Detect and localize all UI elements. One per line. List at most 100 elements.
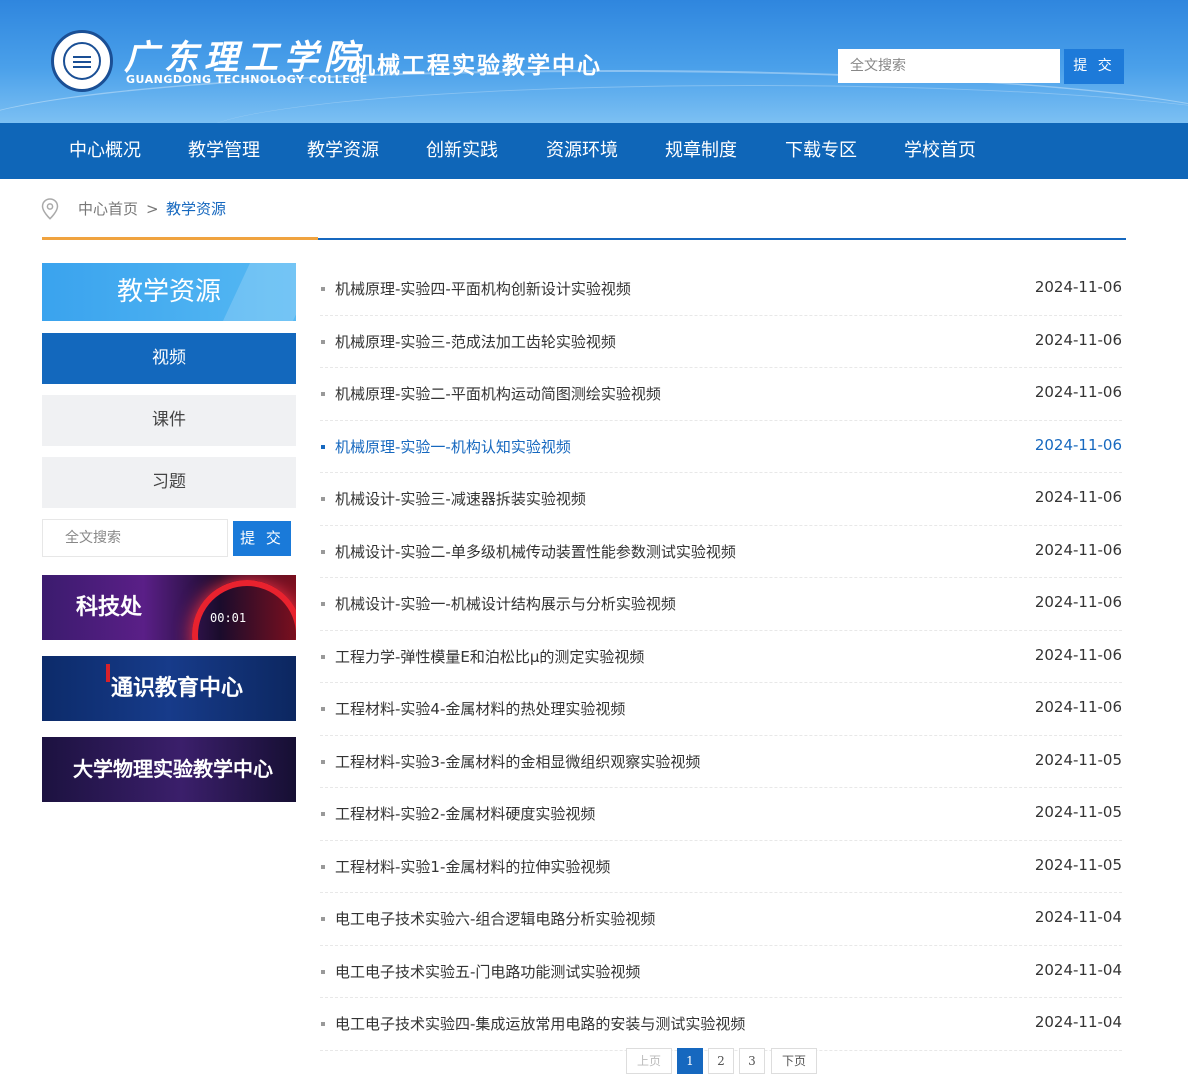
site-header: 广东理工学院 GUANGDONG TECHNOLOGY COLLEGE 机械工程… — [0, 0, 1188, 123]
list-item-date: 2024-11-06 — [1034, 435, 1122, 454]
dial-graphic — [192, 580, 296, 640]
nav-item[interactable]: 规章制度 — [665, 123, 737, 179]
center-name: 机械工程实验教学中心 — [352, 53, 602, 79]
list-item-date: 2024-11-06 — [1034, 645, 1122, 664]
list-bullet-icon — [321, 917, 325, 921]
list-item[interactable]: 机械设计-实验三-减速器拆装实验视频 2024-11-06 — [320, 473, 1122, 526]
breadcrumb-home[interactable]: 中心首页 — [78, 199, 138, 219]
list-item-title[interactable]: 电工电子技术实验六-组合逻辑电路分析实验视频 — [335, 908, 655, 929]
list-item[interactable]: 机械原理-实验一-机构认知实验视频 2024-11-06 — [320, 421, 1122, 473]
sidebar-search-input[interactable]: 全文搜索 — [42, 519, 228, 557]
nav-item[interactable]: 教学资源 — [307, 123, 379, 179]
list-item-date: 2024-11-04 — [1034, 908, 1122, 926]
nav-item[interactable]: 学校首页 — [904, 123, 976, 179]
school-name-en: GUANGDONG TECHNOLOGY COLLEGE — [126, 73, 368, 86]
list-item[interactable]: 机械设计-实验一-机械设计结构展示与分析实验视频 2024-11-06 — [320, 578, 1122, 631]
sidebar-search-button[interactable]: 提 交 — [233, 521, 291, 556]
banner-label: 通识教育中心 — [111, 675, 244, 701]
banner-red-mark — [106, 664, 110, 682]
header-search-button[interactable]: 提 交 — [1064, 49, 1124, 84]
sidebar-item-courseware[interactable]: 课件 — [42, 395, 296, 446]
list-item-title[interactable]: 机械原理-实验四-平面机构创新设计实验视频 — [335, 278, 631, 299]
list-item[interactable]: 工程材料-实验1-金属材料的拉伸实验视频 2024-11-05 — [320, 841, 1122, 893]
list-bullet-icon — [321, 602, 325, 606]
nav-item[interactable]: 资源环境 — [546, 123, 618, 179]
main-nav: 中心概况 教学管理 教学资源 创新实践 资源环境 规章制度 下载专区 学校首页 — [0, 123, 1188, 179]
list-bullet-icon — [321, 1022, 325, 1026]
nav-item[interactable]: 教学管理 — [188, 123, 260, 179]
section-rule-accent — [42, 237, 318, 240]
list-item-date: 2024-11-06 — [1034, 698, 1122, 716]
list-item[interactable]: 电工电子技术实验五-门电路功能测试实验视频 2024-11-04 — [320, 946, 1122, 998]
list-item-title[interactable]: 机械设计-实验二-单多级机械传动装置性能参数测试实验视频 — [335, 541, 736, 562]
list-item-date: 2024-11-04 — [1034, 960, 1122, 979]
sidebar-item-video[interactable]: 视频 — [42, 333, 296, 384]
list-item-title[interactable]: 工程材料-实验1-金属材料的拉伸实验视频 — [335, 856, 610, 877]
list-item-date: 2024-11-06 — [1034, 593, 1122, 611]
nav-item[interactable]: 下载专区 — [785, 123, 857, 179]
list-item-title[interactable]: 工程材料-实验3-金属材料的金相显微组织观察实验视频 — [335, 751, 700, 772]
section-rule — [318, 238, 1126, 240]
list-bullet-icon — [321, 549, 325, 554]
list-item-date: 2024-11-05 — [1034, 803, 1122, 821]
list-bullet-icon — [321, 392, 325, 396]
list-item[interactable]: 工程力学-弹性模量E和泊松比μ的测定实验视频 2024-11-06 — [320, 631, 1122, 683]
list-item[interactable]: 电工电子技术实验四-集成运放常用电路的安装与测试实验视频 2024-11-04 — [320, 998, 1122, 1051]
list-bullet-icon — [321, 707, 325, 711]
sidebar-item-exercises[interactable]: 习题 — [42, 457, 296, 508]
list-item-date: 2024-11-06 — [1034, 488, 1122, 506]
list-item-title[interactable]: 电工电子技术实验五-门电路功能测试实验视频 — [335, 961, 640, 982]
list-item-title[interactable]: 机械设计-实验三-减速器拆装实验视频 — [335, 488, 586, 509]
list-bullet-icon — [321, 654, 325, 659]
list-item-title[interactable]: 机械原理-实验二-平面机构运动简图测绘实验视频 — [335, 383, 661, 404]
nav-item[interactable]: 创新实践 — [426, 123, 498, 179]
list-item-title[interactable]: 电工电子技术实验四-集成运放常用电路的安装与测试实验视频 — [335, 1013, 745, 1034]
banner-physics-lab[interactable]: 大学物理实验教学中心 — [42, 737, 296, 802]
list-item[interactable]: 工程材料-实验3-金属材料的金相显微组织观察实验视频 2024-11-05 — [320, 736, 1122, 788]
list-bullet-icon — [321, 759, 325, 764]
list-item-date: 2024-11-06 — [1034, 330, 1122, 349]
list-item-title[interactable]: 机械原理-实验三-范成法加工齿轮实验视频 — [335, 331, 616, 352]
list-bullet-icon — [321, 339, 325, 344]
list-item-title[interactable]: 机械设计-实验一-机械设计结构展示与分析实验视频 — [335, 593, 676, 614]
list-item-title[interactable]: 工程材料-实验4-金属材料的热处理实验视频 — [335, 698, 625, 719]
school-seal-logo[interactable] — [51, 30, 113, 92]
list-item[interactable]: 机械原理-实验四-平面机构创新设计实验视频 2024-11-06 — [320, 263, 1122, 316]
list-item-date: 2024-11-05 — [1034, 855, 1122, 874]
breadcrumb-current[interactable]: 教学资源 — [166, 199, 226, 219]
banner-label: 科技处 — [76, 594, 143, 620]
list-item-title[interactable]: 工程材料-实验2-金属材料硬度实验视频 — [335, 803, 595, 824]
breadcrumb-separator: > — [146, 200, 159, 218]
list-bullet-icon — [321, 864, 325, 869]
list-item[interactable]: 工程材料-实验4-金属材料的热处理实验视频 2024-11-06 — [320, 683, 1122, 736]
list-item-date: 2024-11-04 — [1034, 1013, 1122, 1031]
pager-page[interactable]: 1 — [677, 1048, 703, 1074]
header-search-input[interactable]: 全文搜索 — [838, 49, 1060, 83]
list-item-date: 2024-11-05 — [1034, 750, 1122, 769]
banner-tech-office[interactable]: 00:01 科技处 — [42, 575, 296, 640]
list-bullet-icon — [321, 444, 325, 449]
pager-page[interactable]: 3 — [739, 1048, 765, 1074]
list-item-title[interactable]: 工程力学-弹性模量E和泊松比μ的测定实验视频 — [335, 646, 644, 667]
pager-page[interactable]: 2 — [708, 1048, 734, 1074]
banner-label: 大学物理实验教学中心 — [73, 757, 273, 781]
list-item-title[interactable]: 机械原理-实验一-机构认知实验视频 — [335, 436, 571, 457]
article-list: 机械原理-实验四-平面机构创新设计实验视频 2024-11-06 机械原理-实验三-… — [320, 263, 1122, 1051]
list-item[interactable]: 机械原理-实验三-范成法加工齿轮实验视频 2024-11-06 — [320, 316, 1122, 368]
nav-item[interactable]: 中心概况 — [69, 123, 141, 179]
list-bullet-icon — [321, 812, 325, 816]
list-item[interactable]: 工程材料-实验2-金属材料硬度实验视频 2024-11-05 — [320, 788, 1122, 841]
banner-general-education[interactable]: 通识教育中心 — [42, 656, 296, 721]
pager-next[interactable]: 下页 — [771, 1048, 817, 1074]
dial-readout: 00:01 — [210, 611, 247, 625]
list-item-date: 2024-11-06 — [1034, 383, 1122, 401]
list-item[interactable]: 电工电子技术实验六-组合逻辑电路分析实验视频 2024-11-04 — [320, 893, 1122, 946]
school-name[interactable]: 广东理工学院 — [124, 30, 364, 79]
sidebar-title-text: 教学资源 — [116, 277, 221, 307]
pager-prev[interactable]: 上页 — [626, 1048, 672, 1074]
list-item[interactable]: 机械设计-实验二-单多级机械传动装置性能参数测试实验视频 2024-11-06 — [320, 526, 1122, 578]
location-pin-icon — [41, 198, 59, 220]
list-bullet-icon — [321, 969, 325, 974]
list-item-date: 2024-11-06 — [1034, 540, 1122, 559]
list-item[interactable]: 机械原理-实验二-平面机构运动简图测绘实验视频 2024-11-06 — [320, 368, 1122, 421]
